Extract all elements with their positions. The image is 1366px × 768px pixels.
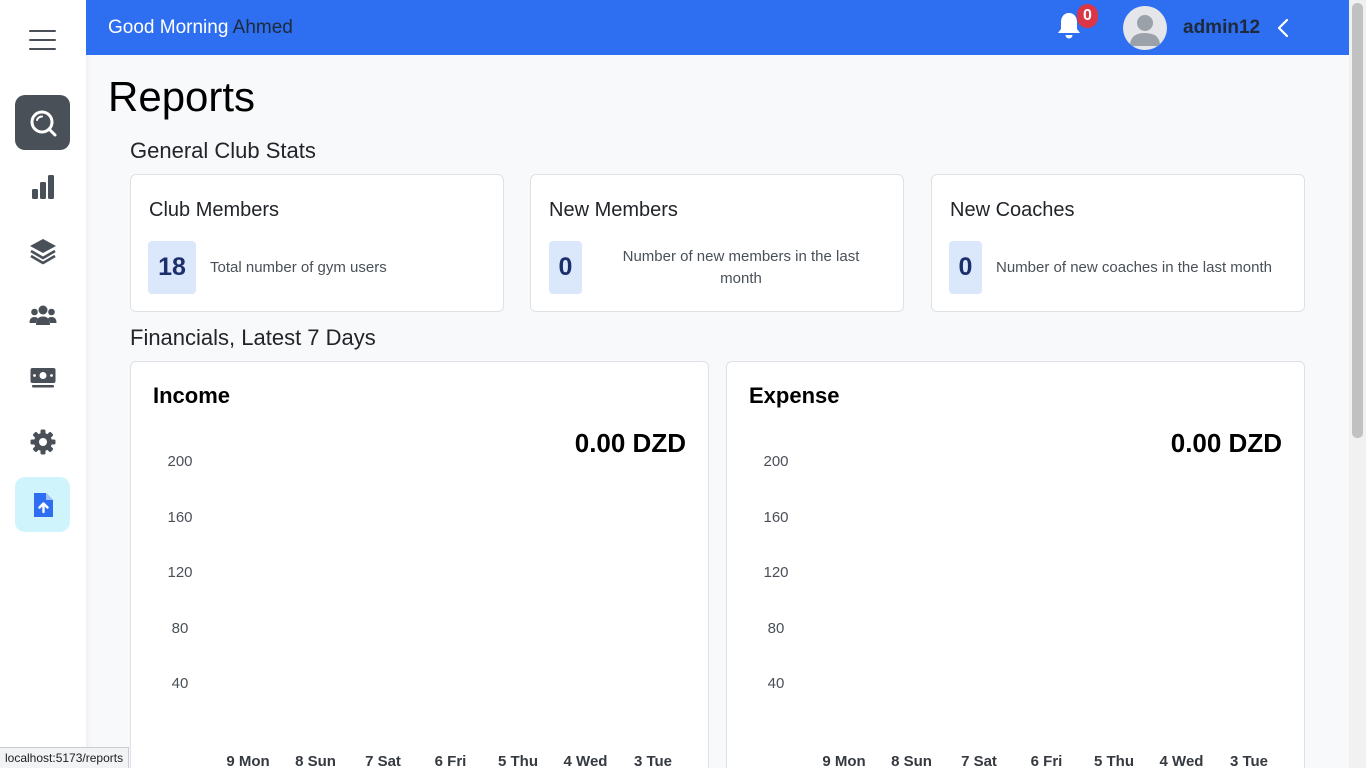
y-axis-tick-label: 120 <box>763 564 789 582</box>
avatar[interactable] <box>1123 6 1167 50</box>
stat-card-title: New Coaches <box>950 199 1075 221</box>
stat-card-title: Club Members <box>149 199 280 221</box>
y-axis-tick-label: 40 <box>767 675 785 693</box>
status-bar-url: localhost:5173/reports <box>0 747 130 768</box>
stat-card-new-members: New Members 0 Number of new members in t… <box>530 174 904 312</box>
sidebar-item-reports[interactable] <box>15 477 70 532</box>
x-axis-category-label: 9 Mon <box>226 753 270 768</box>
x-axis-category-label: 6 Fri <box>434 753 467 768</box>
stat-description: Number of new coaches in the last month <box>996 259 1272 276</box>
stat-card-new-coaches: New Coaches 0 Number of new coaches in t… <box>931 174 1305 312</box>
y-axis-tick-label: 120 <box>167 564 193 582</box>
top-bar: Good Morning Ahmed 0 admin12 <box>86 0 1349 55</box>
default-avatar-icon <box>1130 15 1160 46</box>
income-total: 0.00 DZD <box>574 428 686 458</box>
general-stats-heading: General Club Stats <box>130 138 316 163</box>
x-axis-category-label: 8 Sun <box>891 753 932 768</box>
stat-description: Number of new members in the last month <box>622 248 860 287</box>
stat-card-title: New Members <box>549 199 678 221</box>
y-axis-tick-label: 80 <box>171 619 189 637</box>
gear-icon <box>30 429 55 454</box>
greeting: Good Morning Ahmed <box>108 17 293 39</box>
sidebar-item-payments[interactable] <box>15 350 70 405</box>
sidebar-item-settings[interactable] <box>15 414 70 469</box>
stat-card-club-members: Club Members 18 Total number of gym user… <box>130 174 504 312</box>
menu-toggle-icon[interactable] <box>29 30 56 50</box>
x-axis-category-label: 3 Tue <box>1229 753 1269 768</box>
username[interactable]: admin12 <box>1183 17 1260 39</box>
y-axis-tick-label: 160 <box>763 508 789 526</box>
x-axis-category-label: 8 Sun <box>295 753 336 768</box>
greeting-user-name: Ahmed <box>232 17 293 38</box>
sidebar-item-statistics[interactable] <box>15 159 70 214</box>
stat-value: 18 <box>148 241 196 294</box>
bar-chart-icon <box>31 174 54 199</box>
sidebar <box>0 0 86 768</box>
y-axis-tick-label: 80 <box>767 619 785 637</box>
x-axis-category-label: 7 Sat <box>365 753 401 768</box>
x-axis-category-label: 3 Tue <box>633 753 673 768</box>
x-axis-category-label: 4 Wed <box>1159 753 1204 768</box>
income-card: Income 0.00 DZD 200 160 120 80 40 9 Mon 8 Sun 7… <box>130 361 709 768</box>
y-axis-tick-label: 40 <box>171 675 189 693</box>
page-title: Reports <box>108 73 256 120</box>
notification-count-badge: 0 <box>1077 4 1098 28</box>
x-axis-category-label: 7 Sat <box>961 753 997 768</box>
search-icon <box>30 110 56 136</box>
expense-title: Expense <box>749 383 840 408</box>
financials-heading: Financials, Latest 7 Days <box>130 325 376 350</box>
page-scrollbar[interactable] <box>1349 0 1366 768</box>
layers-icon <box>29 238 56 264</box>
x-axis-category-label: 5 Thu <box>1094 753 1134 768</box>
income-title: Income <box>153 383 231 408</box>
sidebar-item-plans[interactable] <box>15 223 70 278</box>
scrollbar-thumb[interactable] <box>1352 3 1363 438</box>
x-axis-category-label: 6 Fri <box>1030 753 1063 768</box>
greeting-text: Good Morning <box>108 17 229 38</box>
y-axis-tick-label: 160 <box>167 508 193 526</box>
money-icon <box>30 367 55 387</box>
x-axis-category-label: 5 Thu <box>498 753 538 768</box>
x-axis-category-label: 9 Mon <box>822 753 866 768</box>
expense-card: Expense 0.00 DZD 200 160 120 80 40 9 Mon 8 Sun… <box>726 361 1305 768</box>
sidebar-item-search[interactable] <box>15 95 70 150</box>
file-upload-icon <box>33 492 53 517</box>
users-icon <box>29 305 56 325</box>
sidebar-item-members[interactable] <box>15 287 70 342</box>
stat-value: 0 <box>549 241 582 294</box>
stat-value: 0 <box>949 241 982 294</box>
x-axis-category-label: 4 Wed <box>563 753 608 768</box>
y-axis-tick-label: 200 <box>167 453 193 470</box>
y-axis-tick-label: 200 <box>763 453 789 470</box>
chevron-left-icon[interactable] <box>1276 18 1290 38</box>
stat-description: Total number of gym users <box>210 259 387 276</box>
expense-total: 0.00 DZD <box>1170 428 1282 458</box>
